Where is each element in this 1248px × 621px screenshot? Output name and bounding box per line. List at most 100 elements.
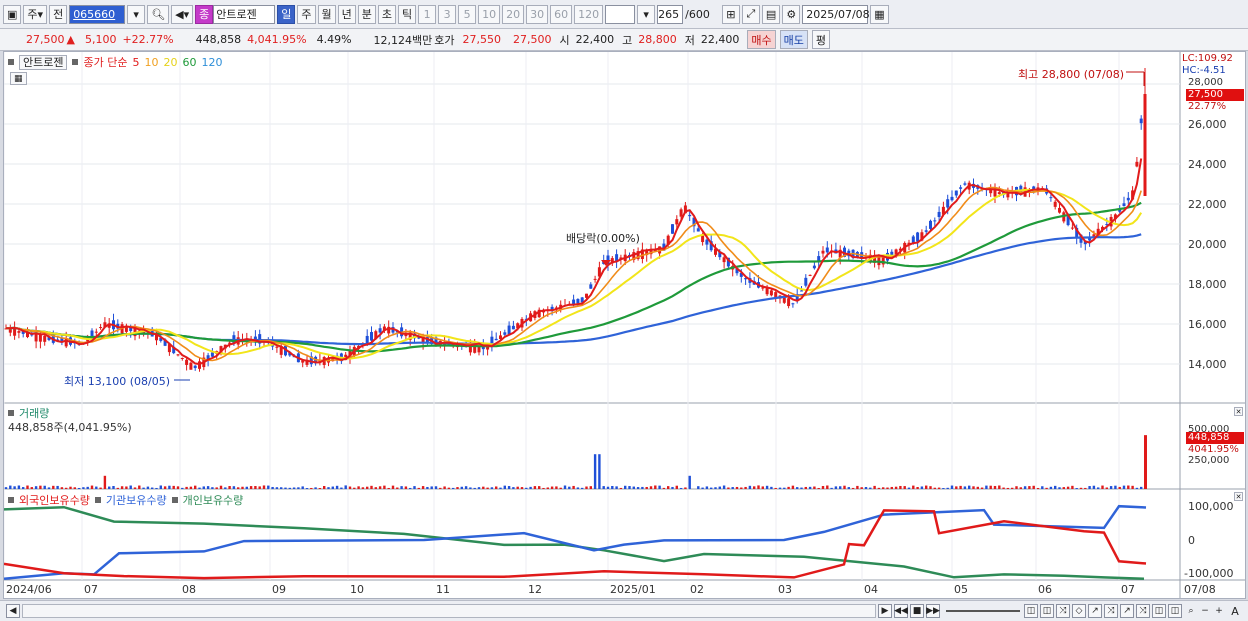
tool-d-icon[interactable]: ◇ [1072,604,1086,618]
count-input[interactable]: 265 [657,4,684,24]
tool-b-icon[interactable]: ◫ [1040,604,1054,618]
scroll-right-icon[interactable]: ▶ [878,604,892,618]
period-select[interactable]: 주 ▾ [23,4,48,24]
candle-body [924,230,928,232]
rewind-icon[interactable]: ◀◀ [894,604,908,618]
zoom-search-icon[interactable]: ⌕ [1184,604,1198,618]
volume-bar [826,485,829,489]
draw-tool-icon[interactable]: ⤢ [741,4,760,24]
table-grid-icon[interactable]: ▦ [10,72,27,85]
interval-120[interactable]: 120 [574,4,604,24]
x-tick-08: 08 [182,583,196,596]
volume-bar [43,485,46,489]
interval-custom-input[interactable] [605,4,636,24]
volume-bar [830,487,833,489]
zoom-slider[interactable] [946,610,1020,612]
save-icon[interactable]: ▤ [761,4,781,24]
volume-bar [146,486,150,489]
volume-bar [310,487,313,489]
stop-icon[interactable]: ■ [910,604,924,618]
scroll-left-icon[interactable]: ◀ [6,604,20,618]
tool-a-icon[interactable]: ◫ [1024,604,1038,618]
volume-bar [533,486,537,489]
volume-bar [882,487,885,489]
volume-bar [211,487,214,489]
search-icon[interactable]: 🔍︎ [147,4,170,24]
volume-bar [985,485,988,489]
tab-year[interactable]: 년 [337,4,356,24]
low-annotation: 최저 13,100 (08/05) [64,375,171,388]
tool-g-icon[interactable]: ↗ [1120,604,1134,618]
code-dropdown-icon[interactable]: ▾ [127,4,146,24]
sell-button[interactable]: 매도 [779,30,808,49]
stock-name: 안트로젠 [213,4,276,24]
stock-code-input[interactable]: 065660 [69,4,126,24]
candle-body [1049,197,1053,199]
volume-bar [998,485,1001,489]
tab-day[interactable]: 일 [277,4,296,24]
ma-60: 60 [182,55,197,69]
volume-bar [297,487,300,489]
price-tick-20000: 20,000 [1188,238,1227,251]
zoom-out-icon[interactable]: − [1198,604,1212,618]
volume-bar [219,485,223,489]
volume-pct-tag: 4041.95% [1188,444,1239,455]
x-tick-09: 09 [272,583,286,596]
tab-minute[interactable]: 분 [357,4,376,24]
tool-e-icon[interactable]: ↗ [1088,604,1102,618]
interval-30[interactable]: 30 [526,4,549,24]
volume-bar [765,485,769,489]
volume-bar [163,486,167,489]
series-institution: 기관보유수량 [105,494,167,507]
zoom-in-icon[interactable]: + [1212,604,1226,618]
candle-body [511,325,515,330]
tab-month[interactable]: 월 [317,4,336,24]
volume-bar [783,487,786,489]
volume-close-icon[interactable]: ✕ [1234,407,1243,416]
price-tag: 27,500 [1186,89,1244,101]
volume-bar [417,487,420,489]
chart-area[interactable]: 안트로젠 종가 단순 5 10 20 60 120 ▦ 최고 28,800 (0… [3,51,1246,599]
volume-bar [95,486,98,489]
tool-j-icon[interactable]: ◫ [1168,604,1182,618]
interval-1[interactable]: 1 [418,4,437,24]
interval-dropdown-icon[interactable]: ▾ [637,4,656,24]
candle-body [671,224,674,234]
candle-body [1070,227,1074,229]
tool-f-icon[interactable]: ⤨ [1104,604,1118,618]
volume-bar [503,485,506,489]
chart-canvas[interactable] [4,52,1245,598]
date-input[interactable]: 2025/07/08 [802,4,870,24]
interval-5[interactable]: 5 [458,4,477,24]
holdings-close-icon[interactable]: ✕ [1234,492,1243,501]
tab-tick[interactable]: 틱 [398,4,417,24]
tool-c-icon[interactable]: ⤨ [1056,604,1070,618]
x-tick-05: 05 [954,583,968,596]
view-button[interactable]: 전 [49,4,68,24]
layout-icon[interactable]: ▣ [3,4,22,24]
speaker-icon[interactable]: ◀▾ [171,4,194,24]
interval-10[interactable]: 10 [478,4,501,24]
ma-5: 5 [132,55,140,69]
volume-bar [65,487,68,489]
individual-line [4,505,1145,581]
stock-name-tag[interactable]: 안트로젠 [19,54,68,70]
avg-button[interactable]: 평 [811,30,831,49]
interval-60[interactable]: 60 [550,4,573,24]
calendar-icon[interactable]: ▦ [870,4,889,24]
chart-type-icon[interactable]: ⊞ [721,4,740,24]
volume-bar [1071,485,1074,489]
buy-button[interactable]: 매수 [747,30,776,49]
tool-i-icon[interactable]: ◫ [1152,604,1166,618]
settings-gear-icon[interactable]: ⚙ [782,4,801,24]
tool-h-icon[interactable]: ⤨ [1136,604,1150,618]
horizontal-scrollbar[interactable] [22,604,876,618]
auto-scale-icon[interactable]: A [1228,604,1242,618]
stock-name-field[interactable]: 종 안트로젠 [195,4,276,24]
tab-second[interactable]: 초 [377,4,397,24]
volume-bar [13,486,16,489]
interval-3[interactable]: 3 [438,4,457,24]
fast-forward-icon[interactable]: ▶▶ [926,604,940,618]
interval-20[interactable]: 20 [502,4,525,24]
tab-week[interactable]: 주 [297,4,316,24]
